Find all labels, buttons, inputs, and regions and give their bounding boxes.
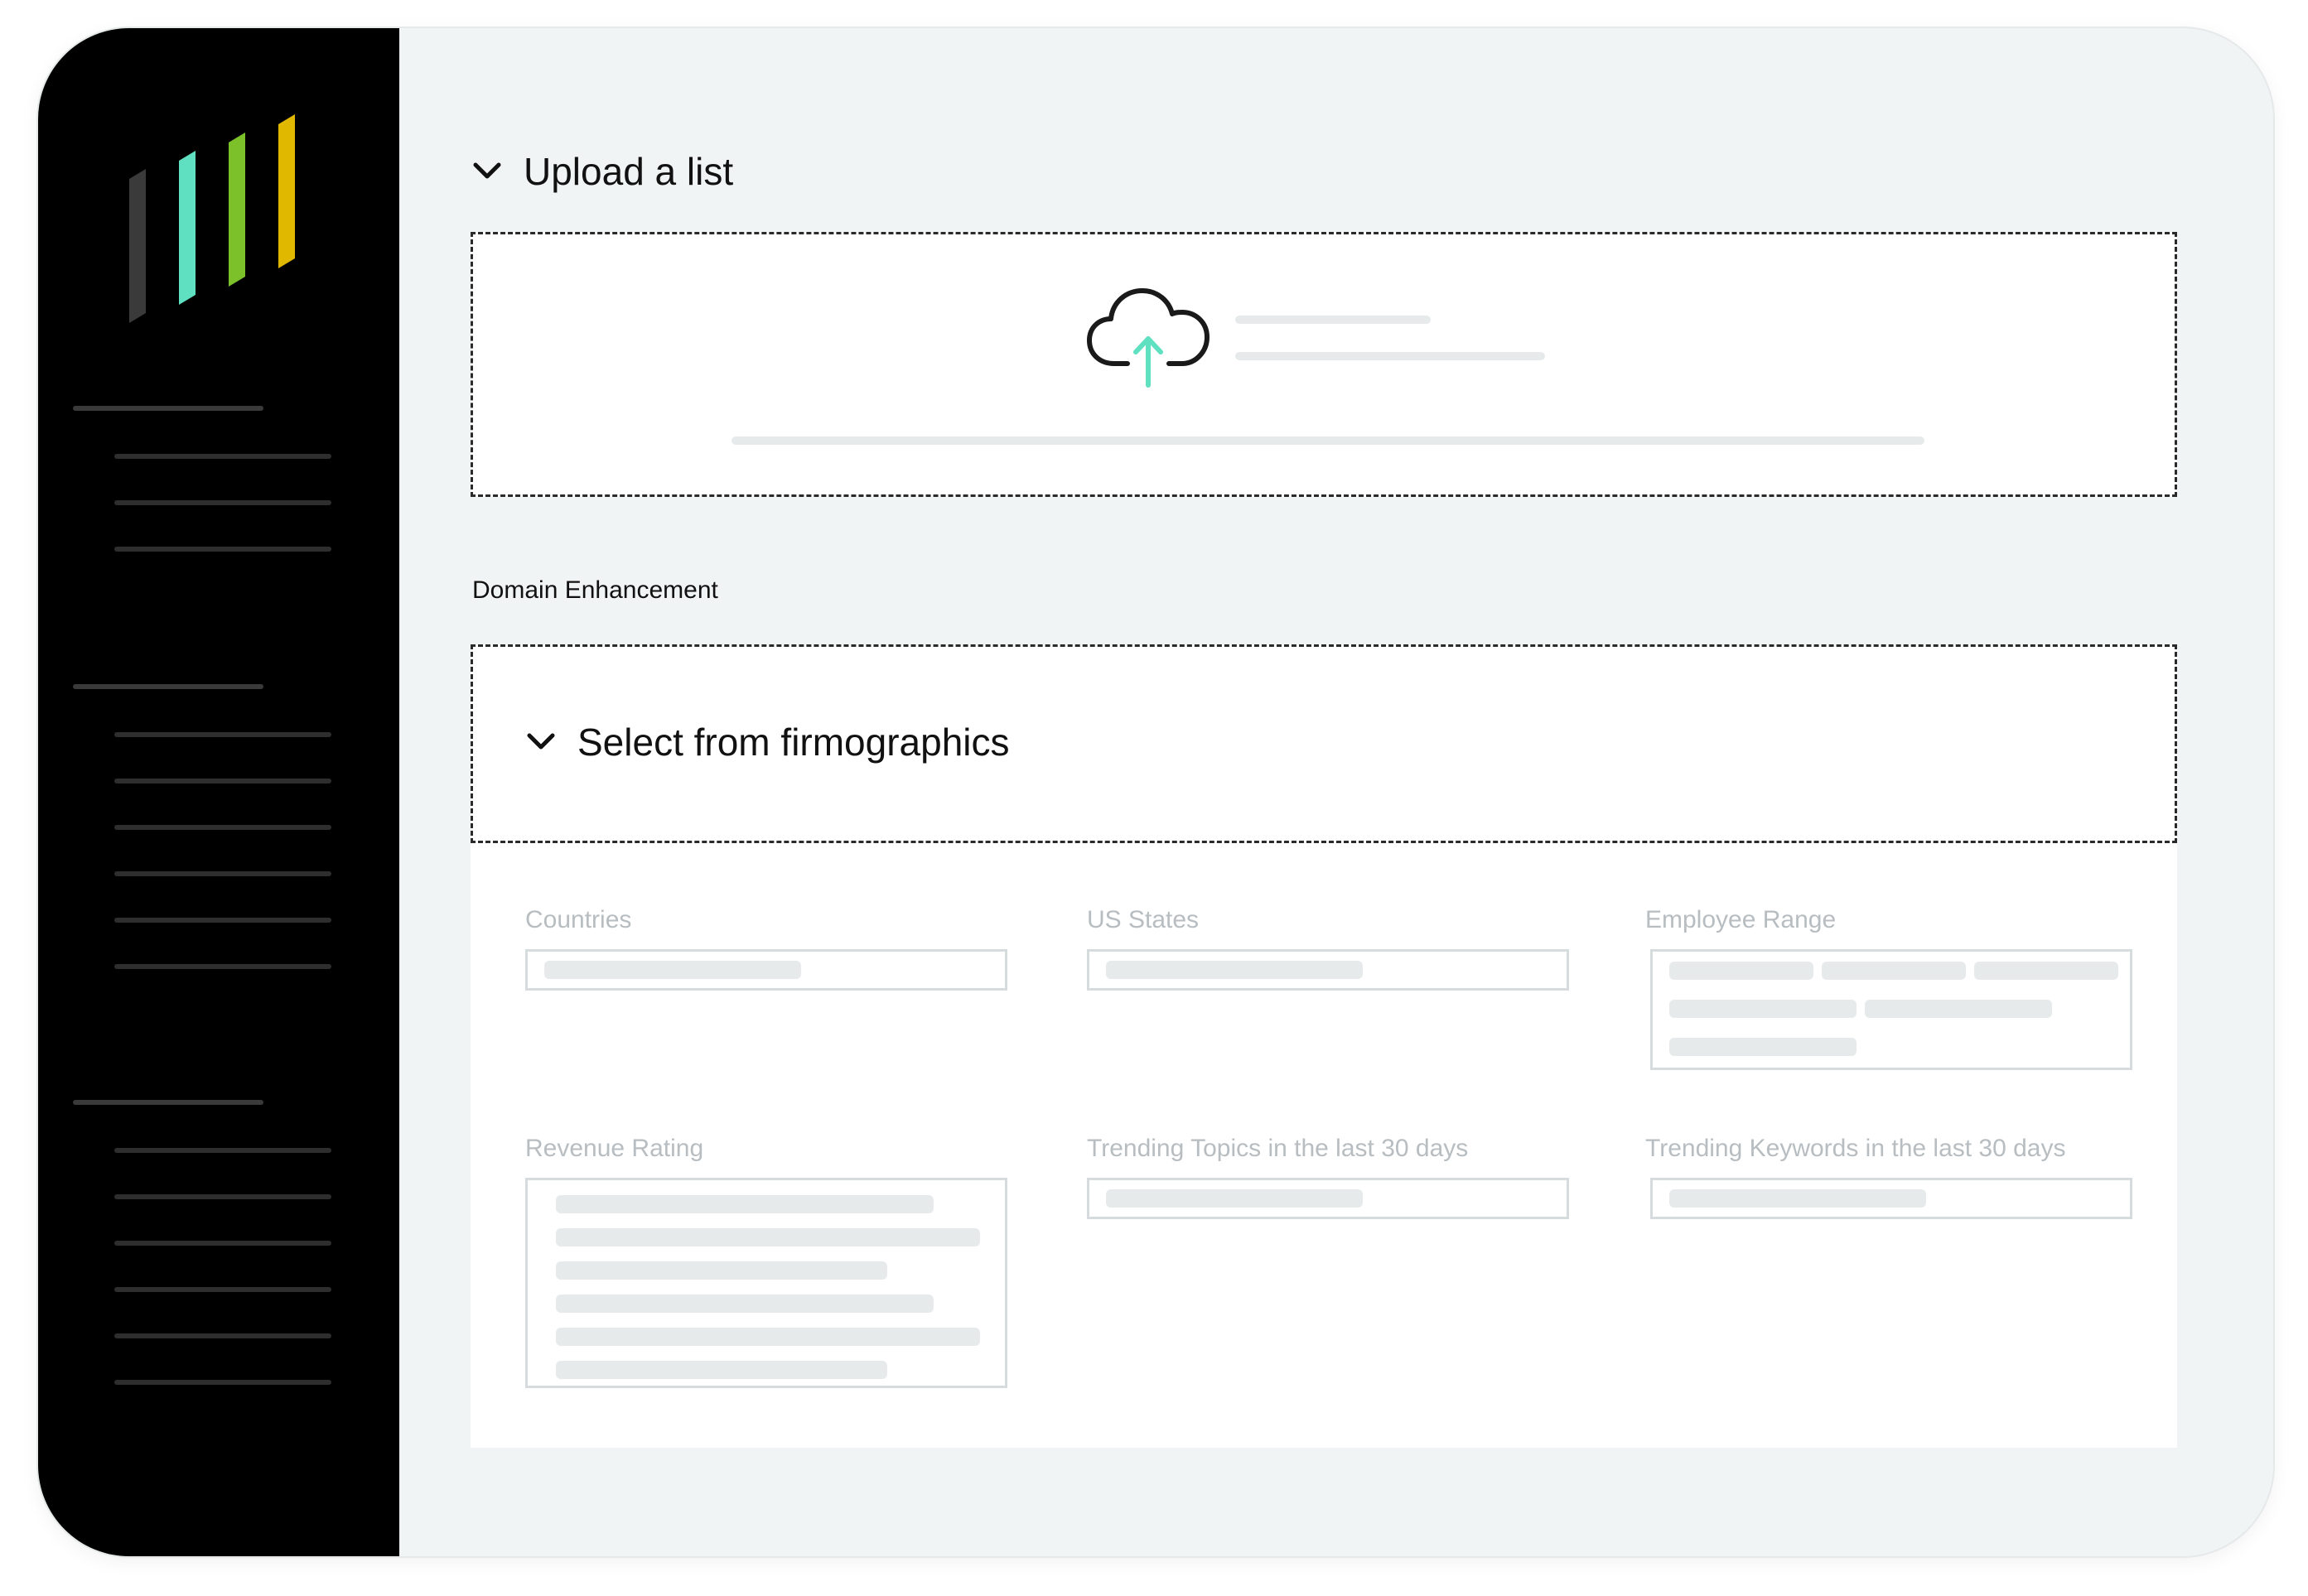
trending-keywords-select[interactable] [1650,1178,2132,1219]
upload-title: Upload a list [524,150,734,193]
placeholder-bar [1669,1189,1926,1208]
sidebar [38,28,399,1556]
us-states-select[interactable] [1087,949,1569,991]
chevron-down-icon [527,733,555,750]
sidebar-section-header [73,406,263,411]
us-states-label: US States [1087,906,1200,933]
sidebar-item[interactable] [114,1380,331,1385]
placeholder-bar [556,1261,887,1280]
brand-logo [129,114,295,323]
revenue-rating-select[interactable] [525,1178,1007,1388]
logo-bar-4 [278,114,295,268]
sidebar-section-header [73,684,263,689]
upload-dropzone[interactable] [471,232,2177,497]
upload-placeholder-line [1235,352,1545,360]
firmographics-section[interactable]: Select from firmographics [471,644,2177,843]
placeholder-bar [556,1295,934,1313]
upload-section-toggle[interactable]: Upload a list [471,149,733,194]
countries-select[interactable] [525,949,1007,991]
placeholder-bar [1669,1000,1857,1018]
cloud-upload-icon [1087,288,1210,388]
placeholder-bar [1106,1189,1363,1208]
main-content: Upload a list Domain Enhancement Select … [399,28,2273,1556]
upload-placeholder-line [1235,316,1431,324]
firmographics-fields: Countries US States Employee Range Reven… [471,843,2177,1448]
placeholder-bar [544,961,801,979]
sidebar-item[interactable] [114,1148,331,1153]
placeholder-bar [1865,1000,2052,1018]
placeholder-bar [556,1228,980,1246]
revenue-rating-label: Revenue Rating [525,1135,704,1162]
chevron-down-icon [473,162,501,179]
sidebar-item[interactable] [114,825,331,830]
countries-label: Countries [525,906,632,933]
placeholder-bar [1974,962,2118,980]
firmographics-title: Select from firmographics [577,721,1010,764]
logo-bar-3 [229,133,245,287]
sidebar-item[interactable] [114,1287,331,1292]
sidebar-item[interactable] [114,1241,331,1246]
sidebar-item[interactable] [114,918,331,923]
sidebar-item[interactable] [114,547,331,552]
placeholder-bar [1106,961,1363,979]
trending-topics-select[interactable] [1087,1178,1569,1219]
sidebar-item[interactable] [114,964,331,969]
sidebar-item[interactable] [114,732,331,737]
logo-bar-1 [129,169,146,323]
placeholder-bar [556,1195,934,1213]
placeholder-bar [556,1361,887,1379]
app-window: Upload a list Domain Enhancement Select … [38,28,2273,1556]
upload-progress-bar [732,436,1924,445]
logo-bar-2 [179,151,196,305]
sidebar-item[interactable] [114,1333,331,1338]
placeholder-bar [556,1328,980,1346]
placeholder-bar [1669,1038,1857,1056]
sidebar-item[interactable] [114,500,331,505]
trending-topics-label: Trending Topics in the last 30 days [1087,1135,1469,1162]
trending-keywords-label: Trending Keywords in the last 30 days [1645,1135,2066,1162]
sidebar-item[interactable] [114,454,331,459]
sidebar-item[interactable] [114,1194,331,1199]
employee-range-label: Employee Range [1645,906,1837,933]
firmographics-toggle[interactable]: Select from firmographics [524,720,1010,764]
sidebar-item[interactable] [114,779,331,784]
sidebar-item[interactable] [114,871,331,876]
sidebar-section-header [73,1100,263,1105]
employee-range-select[interactable] [1650,949,2132,1070]
placeholder-bar [1669,962,1813,980]
domain-enhancement-label: Domain Enhancement [472,576,718,604]
placeholder-bar [1822,962,1966,980]
